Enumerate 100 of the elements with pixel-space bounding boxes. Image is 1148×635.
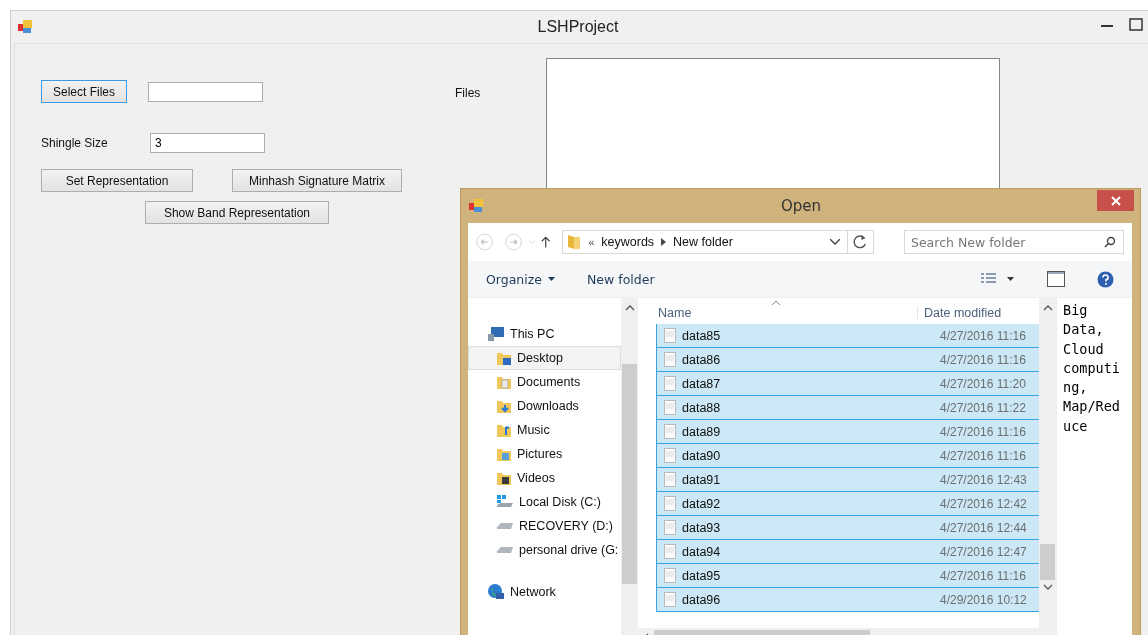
- nav-scrollbar[interactable]: [621, 298, 638, 635]
- file-row[interactable]: data92 4/27/2016 12:42: [656, 492, 1039, 516]
- form-button[interactable]: Show Band Representation: [145, 201, 329, 224]
- file-row[interactable]: data89 4/27/2016 11:16: [656, 420, 1039, 444]
- address-bar[interactable]: « keywords New folder: [562, 230, 874, 254]
- form-button[interactable]: Set Representation: [41, 169, 193, 192]
- close-button[interactable]: [1097, 190, 1134, 211]
- files-label: Files: [455, 86, 482, 100]
- nav-label: Videos: [517, 471, 555, 485]
- file-row[interactable]: data86 4/27/2016 11:16: [656, 348, 1039, 372]
- close-icon: [1110, 195, 1121, 206]
- file-date: 4/27/2016 11:20: [940, 376, 1026, 391]
- scroll-up-icon[interactable]: [624, 304, 635, 312]
- file-icon: [664, 424, 676, 439]
- file-icon: [664, 400, 676, 415]
- file-date: 4/27/2016 11:16: [940, 328, 1026, 343]
- nav-label: Pictures: [517, 447, 563, 461]
- file-name: data92: [682, 496, 722, 511]
- file-date: 4/27/2016 11:16: [940, 568, 1026, 583]
- chevron-down-icon[interactable]: [830, 239, 840, 245]
- file-name: data87: [682, 376, 722, 391]
- file-date: 4/27/2016 12:44: [940, 520, 1027, 535]
- up-icon[interactable]: [540, 235, 551, 249]
- column-header[interactable]: Date modified: [918, 306, 1038, 320]
- breadcrumb-item[interactable]: keywords: [601, 235, 655, 249]
- search-icon[interactable]: [1104, 236, 1116, 248]
- scroll-down-icon[interactable]: [1042, 583, 1053, 591]
- nav-item[interactable]: Videos: [468, 466, 621, 490]
- file-name: data86: [682, 352, 722, 367]
- window-title: LSHProject: [537, 18, 619, 36]
- file-date: 4/29/2016 10:12: [940, 592, 1027, 607]
- file-row[interactable]: data95 4/27/2016 11:16: [656, 564, 1039, 588]
- search-field[interactable]: Search New folder: [904, 230, 1124, 254]
- nav-item[interactable]: Local Disk (C:): [468, 490, 621, 514]
- folder-icon: [496, 374, 512, 390]
- nav-label: Local Disk (C:): [519, 495, 601, 509]
- file-icon: [664, 472, 676, 487]
- preview-text: Big Data, Cloud computing, Map/Reduce: [1063, 301, 1121, 436]
- drive-icon: [496, 544, 514, 556]
- column-header[interactable]: Name: [638, 306, 918, 320]
- file-name: data95: [682, 568, 722, 583]
- file-row[interactable]: data85 4/27/2016 11:16: [656, 324, 1039, 348]
- breadcrumb-item[interactable]: New folder: [673, 235, 733, 249]
- file-date: 4/27/2016 11:22: [940, 400, 1026, 415]
- nav-label: Network: [510, 585, 556, 599]
- nav-item[interactable]: Documents: [468, 370, 621, 394]
- preview-pane-icon[interactable]: [1047, 271, 1065, 287]
- select-files-button[interactable]: Select Files: [41, 80, 127, 103]
- nav-item[interactable]: personal drive (G:: [468, 538, 621, 562]
- file-icon: [664, 592, 676, 607]
- file-icon: [664, 568, 676, 583]
- maximize-icon[interactable]: [1129, 18, 1143, 31]
- file-row[interactable]: data87 4/27/2016 11:20: [656, 372, 1039, 396]
- file-row[interactable]: data88 4/27/2016 11:22: [656, 396, 1039, 420]
- file-date: 4/27/2016 11:16: [940, 352, 1026, 367]
- file-row[interactable]: data90 4/27/2016 11:16: [656, 444, 1039, 468]
- file-path-field[interactable]: [148, 81, 263, 102]
- file-row[interactable]: data94 4/27/2016 12:47: [656, 540, 1039, 564]
- shingle-size-field[interactable]: 3: [150, 133, 265, 153]
- nav-item[interactable]: Desktop: [468, 346, 621, 370]
- nav-item[interactable]: This PC: [468, 322, 621, 346]
- file-name: data96: [682, 592, 722, 607]
- file-icon: [664, 544, 676, 559]
- file-date: 4/27/2016 12:42: [940, 496, 1027, 511]
- drive-icon: [496, 494, 514, 510]
- nav-label: personal drive (G:: [519, 543, 619, 557]
- file-row[interactable]: data93 4/27/2016 12:44: [656, 516, 1039, 540]
- file-row[interactable]: data96 4/29/2016 10:12: [656, 588, 1039, 612]
- help-icon[interactable]: [1097, 270, 1114, 288]
- file-icon: [664, 520, 676, 535]
- folder-icon: [567, 234, 582, 250]
- chevron-right-icon[interactable]: [661, 238, 667, 246]
- nav-item[interactable]: Network: [468, 580, 621, 604]
- caret-icon: [548, 277, 555, 281]
- new-folder-button[interactable]: New folder: [587, 271, 655, 287]
- nav-item[interactable]: Pictures: [468, 442, 621, 466]
- nav-item[interactable]: RECOVERY (D:): [468, 514, 621, 538]
- file-name: data94: [682, 544, 722, 559]
- app-icon: [17, 19, 33, 35]
- file-name: data89: [682, 424, 722, 439]
- folder-icon: [496, 350, 512, 366]
- file-icon: [664, 376, 676, 391]
- file-name: data90: [682, 448, 722, 463]
- organize-button[interactable]: Organize: [486, 271, 555, 287]
- overflow-chevron[interactable]: «: [588, 236, 595, 248]
- file-name: data88: [682, 400, 722, 415]
- nav-item[interactable]: Music: [468, 418, 621, 442]
- nav-label: Desktop: [517, 351, 563, 365]
- file-list-scrollbar[interactable]: [1039, 298, 1056, 628]
- file-icon: [664, 352, 676, 367]
- file-date: 4/27/2016 11:16: [940, 448, 1026, 463]
- view-options-icon[interactable]: [981, 272, 1015, 286]
- file-name: data93: [682, 520, 722, 535]
- scroll-up-icon[interactable]: [1042, 304, 1053, 312]
- nav-item[interactable]: Downloads: [468, 394, 621, 418]
- file-icon: [664, 328, 676, 343]
- form-button[interactable]: Minhash Signature Matrix: [232, 169, 402, 192]
- nav-label: This PC: [510, 327, 555, 341]
- app-icon: [468, 198, 484, 214]
- file-row[interactable]: data91 4/27/2016 12:43: [656, 468, 1039, 492]
